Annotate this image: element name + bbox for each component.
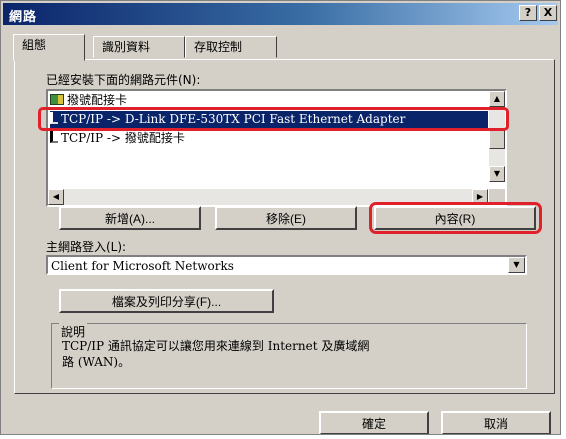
scroll-up-icon[interactable]: ▲ bbox=[489, 91, 505, 107]
tab-identification[interactable]: 識別資料 bbox=[93, 36, 185, 58]
scrollbar-corner bbox=[489, 189, 505, 205]
add-button[interactable]: 新增(A)... bbox=[59, 206, 201, 230]
vertical-scrollbar[interactable]: ▲ ▼ bbox=[489, 91, 505, 182]
primary-logon-select[interactable]: Client for Microsoft Networks ▼ bbox=[46, 255, 527, 275]
tab-label: 存取控制 bbox=[194, 40, 243, 54]
list-item-label: TCP/IP -> 撥號配接卡 bbox=[61, 131, 185, 145]
scroll-down-icon[interactable]: ▼ bbox=[489, 166, 505, 182]
list-item[interactable]: 撥號配接卡 bbox=[50, 92, 127, 109]
scroll-right-icon[interactable]: ▶ bbox=[472, 189, 488, 205]
list-item-label: TCP/IP -> D-Link DFE-530TX PCI Fast Ethe… bbox=[61, 112, 406, 126]
cancel-button[interactable]: 取消 bbox=[441, 411, 551, 434]
tab-label: 組態 bbox=[22, 38, 47, 52]
list-item-selected[interactable]: TCP/IP -> D-Link DFE-530TX PCI Fast Ethe… bbox=[50, 111, 488, 128]
network-dialog: 網路 ? X 組態 識別資料 存取控制 已經安裝下面的網路元件(N): 撥號配接… bbox=[0, 0, 561, 435]
ok-button[interactable]: 確定 bbox=[319, 411, 429, 434]
close-button[interactable]: X bbox=[539, 5, 557, 21]
window-title: 網路 bbox=[9, 10, 38, 25]
chevron-down-icon[interactable]: ▼ bbox=[508, 257, 525, 273]
tab-access-control[interactable]: 存取控制 bbox=[185, 36, 277, 58]
components-list[interactable]: 撥號配接卡 TCP/IP -> D-Link DFE-530TX PCI Fas… bbox=[46, 89, 507, 207]
protocol-icon bbox=[50, 112, 58, 124]
scroll-thumb[interactable] bbox=[489, 129, 505, 149]
tab-strip: 組態 識別資料 存取控制 bbox=[13, 34, 553, 61]
network-adapter-icon bbox=[50, 94, 64, 105]
remove-button[interactable]: 移除(E) bbox=[215, 206, 357, 230]
file-print-sharing-button[interactable]: 檔案及列印分享(F)... bbox=[59, 289, 274, 313]
horizontal-scrollbar[interactable]: ◀ ▶ bbox=[48, 189, 488, 205]
tab-configuration[interactable]: 組態 bbox=[13, 34, 85, 61]
title-bar[interactable]: 網路 ? X bbox=[3, 3, 558, 25]
list-item-label: 撥號配接卡 bbox=[67, 93, 128, 107]
help-button[interactable]: ? bbox=[519, 5, 537, 21]
tab-label: 識別資料 bbox=[102, 40, 151, 54]
primary-logon-value: Client for Microsoft Networks bbox=[51, 259, 234, 273]
components-label: 已經安裝下面的網路元件(N): bbox=[46, 73, 201, 87]
description-group: 說明 TCP/IP 通訊協定可以讓您用來連線到 Internet 及廣域網 路 … bbox=[51, 323, 527, 389]
properties-button[interactable]: 內容(R) bbox=[374, 206, 536, 230]
primary-logon-label: 主網路登入(L): bbox=[46, 240, 127, 254]
protocol-icon bbox=[50, 131, 58, 143]
list-item[interactable]: TCP/IP -> 撥號配接卡 bbox=[50, 130, 185, 147]
scroll-left-icon[interactable]: ◀ bbox=[48, 189, 64, 205]
description-text: TCP/IP 通訊協定可以讓您用來連線到 Internet 及廣域網 路 (WA… bbox=[62, 339, 370, 369]
